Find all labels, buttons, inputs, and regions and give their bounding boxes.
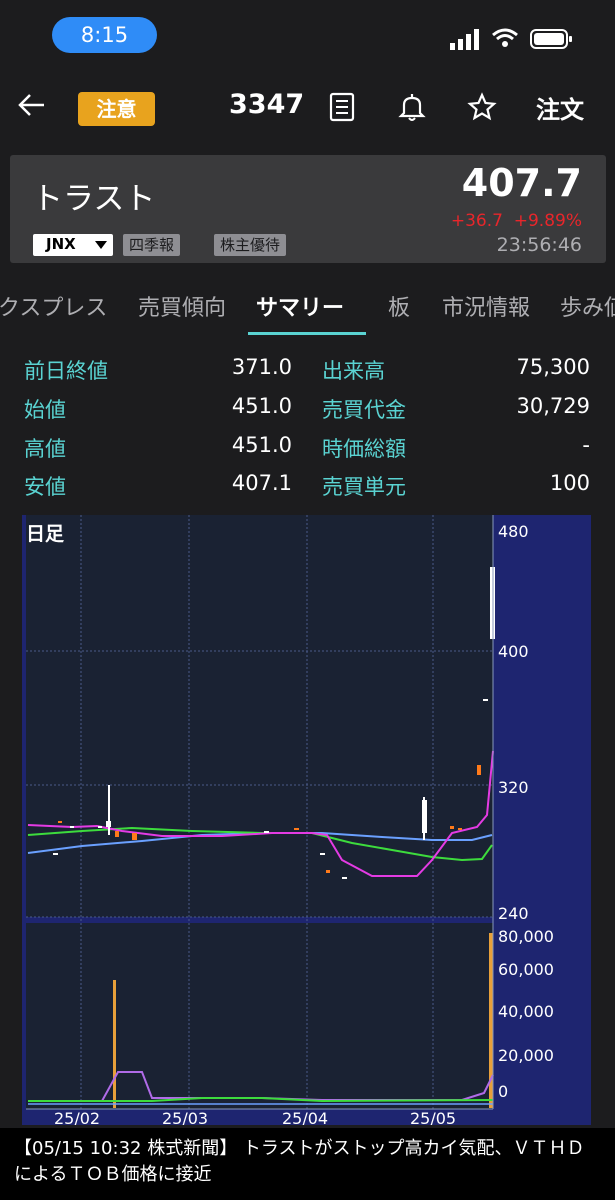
chart-period-label: 日足 <box>26 523 65 545</box>
summary-label: 出来高 <box>322 359 385 383</box>
change-percent: +9.89% <box>513 211 582 231</box>
summary-label: 安値 <box>24 475 66 499</box>
price-chart[interactable]: 480 400 320 240 80,000 60,000 40,000 20,… <box>22 515 591 1125</box>
wifi-icon <box>492 28 518 47</box>
current-price: 407.7 <box>461 161 582 205</box>
price-tick: 320 <box>498 778 529 797</box>
summary-row: 始値 451.0 売買代金 30,729 <box>0 394 615 432</box>
change-value: +36.7 <box>450 211 503 231</box>
active-tab-indicator <box>248 332 366 335</box>
chevron-down-icon <box>95 241 107 249</box>
price-tick: 400 <box>498 642 529 661</box>
summary-label: 売買単元 <box>322 475 406 499</box>
summary-row: 安値 407.1 売買単元 100 <box>0 471 615 509</box>
summary-value: 407.1 <box>231 471 292 495</box>
tab-summary[interactable]: サマリー <box>256 290 344 322</box>
summary-value: 30,729 <box>516 394 590 418</box>
price-change: +36.7 +9.89% <box>451 211 582 231</box>
summary-value: 371.0 <box>231 355 292 379</box>
tab-express[interactable]: クスプレス <box>0 290 107 322</box>
tab-trade-trend[interactable]: 売買傾向 <box>138 290 226 322</box>
summary-label: 時価総額 <box>322 437 406 461</box>
market-select[interactable]: JNX <box>33 234 113 256</box>
battery-icon <box>530 29 572 49</box>
summary-row: 前日終値 371.0 出来高 75,300 <box>0 355 615 393</box>
volume-tick: 60,000 <box>498 960 554 979</box>
summary-value: - <box>582 433 590 457</box>
volume-tick: 40,000 <box>498 1002 554 1021</box>
tag-shikiho[interactable]: 四季報 <box>123 234 181 256</box>
tab-board[interactable]: 板 <box>388 290 410 322</box>
volume-tick: 80,000 <box>498 927 554 946</box>
summary-value: 100 <box>549 471 590 495</box>
date-tick: 25/05 <box>410 1109 456 1125</box>
news-ticker[interactable]: 【05/15 10:32 株式新聞】 トラストがストップ高カイ気配、ＶＴＨＤによ… <box>0 1128 615 1200</box>
chart-svg: 480 400 320 240 80,000 60,000 40,000 20,… <box>26 515 554 1125</box>
summary-row: 高値 451.0 時価総額 - <box>0 433 615 471</box>
price-plot-area <box>26 515 493 917</box>
summary-label: 高値 <box>24 437 66 461</box>
tab-bar: クスプレス 売買傾向 サマリー 板 市況情報 歩み値 <box>0 282 615 337</box>
stock-code: 3347 <box>229 89 305 120</box>
price-time: 23:56:46 <box>496 234 582 256</box>
warning-badge: 注意 <box>78 92 155 126</box>
order-button[interactable]: 注文 <box>536 90 584 125</box>
star-icon[interactable] <box>466 91 498 123</box>
summary-value: 75,300 <box>516 355 590 379</box>
signal-icon <box>450 29 479 50</box>
tab-market-info[interactable]: 市況情報 <box>442 290 530 322</box>
tab-tick[interactable]: 歩み値 <box>560 290 615 322</box>
status-time: 8:15 <box>52 17 157 53</box>
date-tick: 25/04 <box>282 1109 328 1125</box>
price-tick: 480 <box>498 522 529 541</box>
volume-tick: 20,000 <box>498 1046 554 1065</box>
summary-value: 451.0 <box>231 433 292 457</box>
summary-label: 前日終値 <box>24 359 108 383</box>
back-arrow-icon[interactable] <box>16 90 46 120</box>
header-bar: 注意 3347 注文 <box>0 80 615 138</box>
status-bar: 8:15 <box>0 0 615 72</box>
summary-value: 451.0 <box>231 394 292 418</box>
document-icon[interactable] <box>326 91 358 123</box>
tag-yutai[interactable]: 株主優待 <box>214 234 287 256</box>
bell-icon[interactable] <box>396 91 428 123</box>
price-tick: 240 <box>498 904 529 923</box>
date-tick: 25/02 <box>54 1109 100 1125</box>
date-tick: 25/03 <box>162 1109 208 1125</box>
market-value: JNX <box>46 235 76 253</box>
volume-plot-area <box>26 923 493 1109</box>
summary-label: 始値 <box>24 398 66 422</box>
summary-label: 売買代金 <box>322 398 406 422</box>
stock-panel: トラスト 407.7 +36.7 +9.89% 23:56:46 JNX 四季報… <box>10 155 606 263</box>
volume-tick: 0 <box>498 1082 508 1101</box>
stock-name: トラスト <box>32 181 156 217</box>
